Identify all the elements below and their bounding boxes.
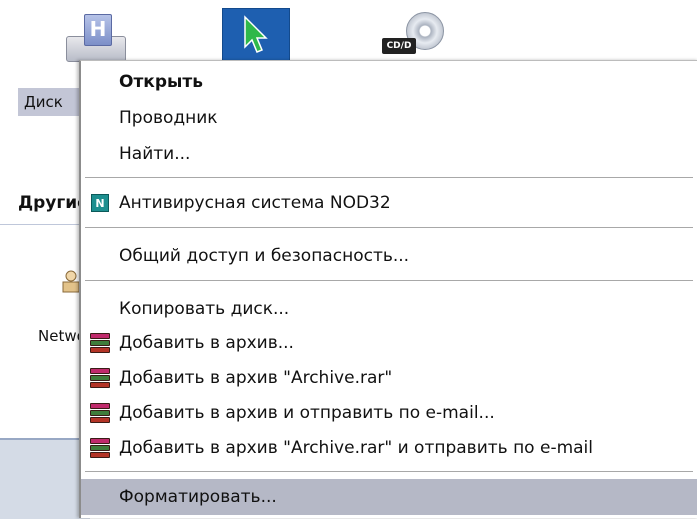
- floppy-drive-icon[interactable]: H: [62, 8, 126, 64]
- floppy-disk-icon: H: [84, 14, 112, 46]
- menu-item-label: Добавить в архив...: [119, 333, 294, 353]
- menu-item-label: Антивирусная система NOD32: [119, 193, 391, 213]
- menu-item-add-archive[interactable]: Добавить в архив...: [81, 325, 697, 361]
- menu-item-add-archive-email[interactable]: Добавить в архив и отправить по e-mail..…: [81, 395, 697, 431]
- menu-separator: [85, 177, 693, 179]
- winrar-icon: [90, 438, 110, 458]
- winrar-icon: [90, 403, 110, 423]
- menu-item-label: Добавить в архив "Archive.rar" и отправи…: [119, 438, 593, 458]
- menu-item-label: Добавить в архив и отправить по e-mail..…: [119, 403, 495, 423]
- arrow-cursor-icon: [244, 15, 268, 53]
- disk-label[interactable]: Диск: [18, 88, 84, 116]
- other-places-label: Другие: [18, 193, 88, 213]
- menu-item-sharing[interactable]: Общий доступ и безопасность...: [81, 238, 697, 274]
- menu-item-find[interactable]: Найти...: [81, 136, 697, 172]
- menu-item-explorer[interactable]: Проводник: [81, 100, 697, 136]
- context-menu: Открыть Проводник Найти... N Антивирусна…: [79, 60, 697, 518]
- network-label[interactable]: Network: [38, 327, 82, 345]
- winrar-icon: [90, 333, 110, 353]
- cd-drive-icon[interactable]: CD/D: [380, 8, 444, 64]
- menu-item-label: Добавить в архив "Archive.rar": [119, 368, 393, 388]
- cd-tag: CD/D: [382, 38, 416, 54]
- menu-item-open[interactable]: Открыть: [81, 64, 697, 100]
- menu-separator: [85, 227, 693, 229]
- menu-separator: [85, 471, 693, 473]
- nod32-icon: N: [91, 194, 109, 212]
- menu-item-copy-disk[interactable]: Копировать диск...: [81, 291, 697, 327]
- menu-item-format[interactable]: Форматировать...: [81, 479, 697, 515]
- taskbar: [0, 438, 90, 519]
- cursor-drive-icon[interactable]: [222, 8, 290, 66]
- menu-item-add-archive-rar[interactable]: Добавить в архив "Archive.rar": [81, 360, 697, 396]
- winrar-icon: [90, 368, 110, 388]
- menu-item-nod32[interactable]: N Антивирусная система NOD32: [81, 185, 697, 221]
- menu-separator: [85, 280, 693, 282]
- menu-item-add-archive-rar-email[interactable]: Добавить в архив "Archive.rar" и отправи…: [81, 430, 697, 466]
